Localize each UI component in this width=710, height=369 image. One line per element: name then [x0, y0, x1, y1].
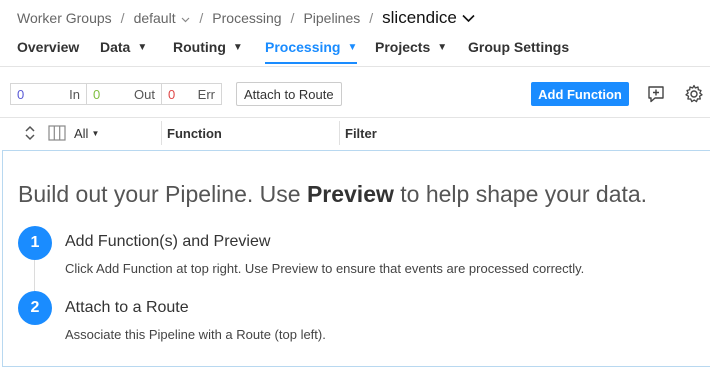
caret-down-icon: ▼ [232, 41, 243, 53]
caret-down-icon: ▼ [347, 41, 358, 53]
counter-err-value: 0 [168, 86, 176, 102]
step-number-badge: 2 [18, 291, 52, 325]
add-comment-icon[interactable] [645, 83, 667, 105]
tab-projects[interactable]: Projects ▼ [375, 32, 447, 62]
counter-err-label: Err [197, 86, 215, 102]
breadcrumb-pipelines[interactable]: Pipelines [303, 10, 360, 26]
empty-state-panel: Build out your Pipeline. Use Preview to … [2, 150, 710, 367]
tab-label: Data [100, 39, 131, 55]
tab-label: Processing [265, 39, 341, 55]
column-header-filter[interactable]: Filter [345, 117, 377, 149]
breadcrumb-group[interactable]: default [134, 10, 191, 26]
tab-label: Routing [173, 39, 226, 55]
tab-overview[interactable]: Overview [17, 32, 79, 62]
empty-state-headline: Build out your Pipeline. Use Preview to … [18, 181, 647, 208]
column-divider [161, 121, 162, 145]
breadcrumb-worker-groups[interactable]: Worker Groups [17, 10, 112, 26]
gear-icon[interactable] [683, 83, 705, 105]
breadcrumb: Worker Groups / default / Processing / P… [17, 6, 475, 30]
all-select-dropdown[interactable]: All ▼ [74, 117, 99, 149]
counter-in-value: 0 [17, 86, 25, 102]
breadcrumb-group-label: default [133, 10, 176, 26]
counter-in-label: In [69, 86, 80, 102]
headline-text-bold: Preview [306, 181, 394, 207]
breadcrumb-separator: / [290, 10, 295, 26]
add-function-button[interactable]: Add Function [531, 82, 629, 106]
pipeline-toolbar: 0 In 0 Out 0 Err Attach to Route Add Fun… [0, 66, 710, 118]
step-number-badge: 1 [18, 226, 52, 260]
step-title: Add Function(s) and Preview [65, 233, 271, 250]
columns-icon[interactable] [48, 117, 66, 149]
function-list-header: All ▼ Function Filter [0, 117, 710, 149]
all-select-label: All [74, 125, 89, 141]
tab-group-settings[interactable]: Group Settings [468, 32, 569, 62]
counter-in: 0 In [11, 84, 87, 104]
caret-down-icon: ▼ [91, 128, 100, 138]
step-description: Associate this Pipeline with a Route (to… [65, 327, 326, 342]
headline-text-post: to help shape your data. [393, 181, 648, 207]
counter-err: 0 Err [162, 84, 221, 104]
caret-down-icon: ▼ [137, 41, 148, 53]
breadcrumb-separator: / [199, 10, 204, 26]
tab-routing[interactable]: Routing ▼ [173, 32, 243, 62]
event-counters: 0 In 0 Out 0 Err [10, 83, 222, 105]
step-title: Attach to a Route [65, 299, 189, 316]
counter-out: 0 Out [87, 84, 162, 104]
column-header-function[interactable]: Function [167, 117, 222, 149]
breadcrumb-current-pipeline[interactable]: slicendice [382, 8, 475, 28]
nav-tabs: Overview Data ▼ Routing ▼ Processing ▼ Proj… [0, 32, 710, 64]
column-divider [339, 121, 340, 145]
headline-text-pre: Build out your Pipeline. Use [18, 181, 307, 207]
breadcrumb-separator: / [120, 10, 125, 26]
breadcrumb-processing[interactable]: Processing [212, 10, 281, 26]
expand-collapse-icon[interactable] [24, 117, 36, 149]
attach-to-route-button[interactable]: Attach to Route [236, 82, 342, 106]
tab-label: Overview [17, 39, 80, 55]
caret-down-icon: ▼ [437, 41, 448, 53]
step-description: Click Add Function at top right. Use Pre… [65, 261, 585, 276]
counter-out-value: 0 [93, 86, 101, 102]
tab-label: Projects [375, 39, 431, 55]
tab-processing[interactable]: Processing ▼ [265, 32, 358, 64]
breadcrumb-separator: / [369, 10, 374, 26]
tab-label: Group Settings [468, 39, 570, 55]
chevron-down-icon [462, 14, 475, 23]
chevron-down-icon [179, 15, 191, 26]
tab-data[interactable]: Data ▼ [100, 32, 147, 62]
current-pipeline-label: slicendice [382, 8, 457, 27]
counter-out-label: Out [134, 86, 155, 102]
